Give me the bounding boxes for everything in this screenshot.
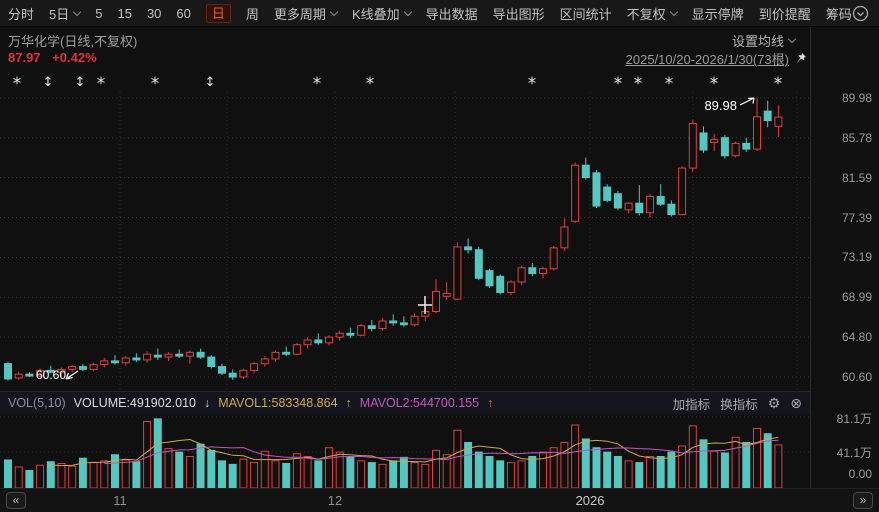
event-marker: * <box>665 74 674 94</box>
price-axis-label: 64.80 <box>841 330 872 345</box>
price-chart[interactable]: * ↕ ↕ * * ↕ * * * * * * * * 60.60 89.98 <box>0 66 810 391</box>
chevron-down-icon <box>787 34 797 44</box>
x-axis-label: 12 <box>327 493 343 508</box>
toolbar-item-5[interactable]: 30 <box>147 6 161 21</box>
mavol2-line <box>104 439 779 465</box>
top-toolbar: 分时 5日 5 15 30 60 日周更多周期 K线叠加 导出数据 导出图形 区间统计 不复权 显示停牌… <box>0 0 879 27</box>
pin-icon[interactable] <box>794 52 807 65</box>
candles-layer <box>4 98 783 381</box>
toolbar-icons <box>852 5 879 22</box>
low-annotation: 60.60 <box>36 368 66 382</box>
close-icon[interactable]: ⊗ <box>790 395 802 412</box>
price-axis-label: 89.98 <box>841 91 872 105</box>
volume-axis-label: 41.1万 <box>836 446 872 460</box>
chevron-down-icon <box>73 7 82 16</box>
event-marker: * <box>313 74 322 94</box>
volume-axis-label: 0.00 <box>848 467 872 481</box>
volume-chart[interactable] <box>0 414 810 488</box>
circle-chevron-down-icon[interactable] <box>852 5 869 22</box>
event-marker: ↕ <box>205 75 216 90</box>
volume-value: VOLUME:491902.010 <box>73 396 196 410</box>
volume-header: VOL(5,10) VOLUME:491902.010 ↓ MAVOL1:583… <box>0 391 810 414</box>
bottom-axis: « » 11 12 2026 <box>0 488 879 512</box>
price-axis: 89.98 85.78 81.59 77.39 73.19 68.99 64.80 60.60… <box>810 27 879 488</box>
toolbar-item-4[interactable]: 15 <box>117 6 131 21</box>
stock-price: 87.97 <box>8 50 41 65</box>
toolbar-item-10[interactable]: K线叠加 <box>352 4 412 23</box>
volume-values: VOL(5,10) VOLUME:491902.010 ↓ MAVOL1:583… <box>8 396 493 410</box>
event-marker: * <box>13 74 22 94</box>
mavol2-value: MAVOL2:544700.155 <box>359 396 480 410</box>
mavol1-direction-arrow: ↑ <box>345 396 352 410</box>
toolbar-item-1[interactable]: 分时 <box>8 4 34 23</box>
price-axis-label: 77.39 <box>841 210 872 225</box>
event-marker: * <box>151 74 160 94</box>
stock-title: 万华化学(日线,不复权) <box>8 34 138 49</box>
price-axis-label: 60.60 <box>841 370 872 384</box>
event-marker: * <box>634 74 643 94</box>
toolbar-item-8[interactable]: 周 <box>246 4 259 23</box>
toolbar-item-14[interactable]: 不复权 <box>627 4 678 23</box>
price-change-row: 87.97 +0.42% <box>8 50 97 65</box>
event-marker: * <box>614 74 623 94</box>
gear-icon[interactable]: ⚙ <box>768 395 781 412</box>
toolbar-item-2[interactable]: 5日 <box>49 4 82 23</box>
event-marker: * <box>528 74 537 94</box>
toolbar-item-11[interactable]: 导出数据 <box>426 4 478 23</box>
price-axis-label: 73.19 <box>841 250 872 265</box>
scroll-right-button[interactable]: » <box>853 492 873 509</box>
price-axis-label: 85.78 <box>841 130 872 145</box>
switch-indicator-button[interactable]: 换指标 <box>720 394 758 413</box>
price-axis-label: 68.99 <box>841 290 872 305</box>
scroll-left-button[interactable]: « <box>6 492 26 509</box>
toolbar-item-16[interactable]: 到价提醒 <box>759 4 811 23</box>
toolbar-item-15[interactable]: 显示停牌 <box>692 4 744 23</box>
toolbar-item-7[interactable]: 日 <box>205 3 231 23</box>
chevron-down-icon <box>669 7 678 16</box>
toolbar-item-17[interactable]: 筹码 <box>826 4 852 23</box>
ma-settings-button[interactable]: 设置均线 <box>732 31 797 50</box>
add-indicator-button[interactable]: 加指标 <box>673 394 711 413</box>
event-marker: * <box>366 74 375 94</box>
volume-direction-arrow: ↓ <box>203 396 211 410</box>
event-marker: * <box>774 74 783 94</box>
event-marker: ↕ <box>75 75 86 90</box>
mavol2-direction-arrow: ↑ <box>487 396 494 410</box>
toolbar-item-6[interactable]: 60 <box>176 6 190 21</box>
toolbar-item-9[interactable]: 更多周期 <box>274 4 339 23</box>
chevron-down-icon <box>329 7 339 16</box>
event-marker: ↕ <box>43 75 54 90</box>
x-axis-label: 2026 <box>575 493 605 508</box>
toolbar-item-3[interactable]: 5 <box>95 6 102 21</box>
price-axis-label: 81.59 <box>841 170 872 185</box>
x-axis-label: 11 <box>113 493 127 508</box>
event-marker: * <box>97 74 106 94</box>
volume-axis-label: 81.1万 <box>836 412 872 426</box>
period-toolbar-items: 分时 5日 5 15 30 60 日周更多周期 K线叠加 导出数据 导出图形 区间统计 不复权 显示停牌… <box>8 3 852 23</box>
stock-change: +0.42% <box>52 50 97 65</box>
stock-chart-app: 分时 5日 5 15 30 60 日周更多周期 K线叠加 导出数据 导出图形 区间统计 不复权 显示停牌… <box>0 0 879 512</box>
high-annotation: 89.98 <box>704 98 737 113</box>
mavol1-value: MAVOL1:583348.864 <box>218 396 338 410</box>
toolbar-item-12[interactable]: 导出图形 <box>493 4 545 23</box>
chevron-down-icon <box>403 7 412 16</box>
vol-indicator-label[interactable]: VOL(5,10) <box>8 396 66 410</box>
event-marker: * <box>710 74 719 94</box>
toolbar-item-13[interactable]: 区间统计 <box>560 4 612 23</box>
